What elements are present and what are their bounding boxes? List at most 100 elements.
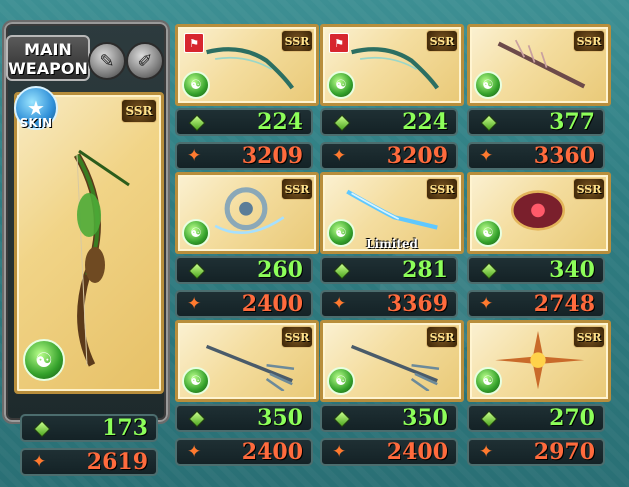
- hp-icon: [188, 262, 206, 280]
- hp-stat: 350: [175, 404, 313, 432]
- atk-icon: ✦: [187, 442, 202, 462]
- hp-icon: [480, 114, 498, 132]
- main-weapon-label: MAIN WEAPON: [6, 35, 90, 81]
- atk-value: 2400: [241, 439, 303, 465]
- atk-icon: ✦: [32, 452, 47, 472]
- wind-element-icon: ☯: [327, 71, 355, 99]
- wind-element-icon: ☯: [474, 219, 502, 247]
- flag-icon: ⚑: [329, 33, 349, 53]
- atk-value: 3369: [386, 291, 448, 317]
- limited-label: Limited: [366, 237, 418, 251]
- weapon-card[interactable]: SSR ☯ Limited: [320, 172, 464, 254]
- atk-value: 2748: [533, 291, 595, 317]
- ssr-badge: SSR: [573, 326, 605, 348]
- weapon-card[interactable]: SSR ☯: [467, 172, 611, 254]
- hp-icon: [333, 262, 351, 280]
- hp-stat: 281: [320, 256, 458, 284]
- weapon-card[interactable]: SSR ☯: [467, 320, 611, 402]
- hp-value: 350: [257, 405, 303, 431]
- wind-element-icon: ☯: [474, 367, 502, 395]
- hp-icon: [33, 420, 51, 438]
- hp-icon: [333, 410, 351, 428]
- atk-icon: ✦: [187, 146, 202, 166]
- wind-element-icon: ☯: [182, 367, 210, 395]
- hp-stat: 270: [467, 404, 605, 432]
- wrench-button[interactable]: ✎: [88, 42, 126, 80]
- atk-icon: ✦: [332, 294, 347, 314]
- hp-value: 340: [549, 257, 595, 283]
- flag-icon: ⚑: [184, 33, 204, 53]
- hp-value: 377: [549, 109, 595, 135]
- atk-value: 3360: [533, 143, 595, 169]
- ssr-badge: SSR: [573, 178, 605, 200]
- atk-stat: ✦ 3209: [320, 142, 458, 170]
- atk-icon: ✦: [479, 442, 494, 462]
- ssr-badge: SSR: [426, 30, 458, 52]
- main-hp-value: 173: [102, 415, 148, 441]
- atk-stat: ✦ 2400: [175, 290, 313, 318]
- atk-stat: ✦ 2400: [320, 438, 458, 466]
- main-hp-stat: 173: [20, 414, 158, 442]
- weapon-card[interactable]: SSR ☯: [467, 24, 611, 106]
- weapon-card[interactable]: ⚑ SSR ☯: [175, 24, 319, 106]
- ssr-badge: SSR: [426, 326, 458, 348]
- atk-icon: ✦: [332, 146, 347, 166]
- hp-icon: [188, 114, 206, 132]
- main-label-line2: WEAPON: [8, 59, 88, 78]
- hp-value: 224: [402, 109, 448, 135]
- hp-icon: [188, 410, 206, 428]
- hp-icon: [480, 262, 498, 280]
- atk-stat: ✦ 2748: [467, 290, 605, 318]
- pin-icon: ✐: [137, 50, 153, 72]
- hp-value: 350: [402, 405, 448, 431]
- atk-icon: ✦: [479, 146, 494, 166]
- ssr-badge: SSR: [281, 326, 313, 348]
- atk-value: 2970: [533, 439, 595, 465]
- wind-element-icon: ☯: [23, 339, 65, 381]
- wind-element-icon: ☯: [182, 71, 210, 99]
- atk-stat: ✦ 3369: [320, 290, 458, 318]
- atk-value: 3209: [386, 143, 448, 169]
- main-ssr-badge: SSR: [121, 99, 157, 123]
- atk-icon: ✦: [332, 442, 347, 462]
- main-label-line1: MAIN: [24, 40, 72, 59]
- hp-stat: 224: [320, 108, 458, 136]
- hp-stat: 224: [175, 108, 313, 136]
- wrench-icon: ✎: [99, 50, 115, 72]
- main-atk-value: 2619: [86, 449, 148, 475]
- weapon-card[interactable]: SSR ☯: [175, 320, 319, 402]
- hp-stat: 377: [467, 108, 605, 136]
- main-weapon-card[interactable]: SSR ☯: [14, 92, 164, 394]
- atk-value: 3209: [241, 143, 303, 169]
- hp-value: 224: [257, 109, 303, 135]
- atk-stat: ✦ 2400: [175, 438, 313, 466]
- hp-stat: 350: [320, 404, 458, 432]
- hp-stat: 340: [467, 256, 605, 284]
- skin-label: SKIN: [19, 116, 53, 130]
- hp-icon: [333, 114, 351, 132]
- weapon-card[interactable]: SSR ☯: [175, 172, 319, 254]
- hp-stat: 260: [175, 256, 313, 284]
- atk-icon: ✦: [187, 294, 202, 314]
- ssr-badge: SSR: [281, 178, 313, 200]
- atk-stat: ✦ 3360: [467, 142, 605, 170]
- atk-stat: ✦ 3209: [175, 142, 313, 170]
- ssr-badge: SSR: [426, 178, 458, 200]
- hp-value: 270: [549, 405, 595, 431]
- wind-element-icon: ☯: [327, 367, 355, 395]
- weapon-card[interactable]: SSR ☯: [320, 320, 464, 402]
- atk-value: 2400: [386, 439, 448, 465]
- pin-button[interactable]: ✐: [126, 42, 164, 80]
- hp-icon: [480, 410, 498, 428]
- hp-value: 281: [402, 257, 448, 283]
- ssr-badge: SSR: [281, 30, 313, 52]
- main-atk-stat: ✦ 2619: [20, 448, 158, 476]
- ssr-badge: SSR: [573, 30, 605, 52]
- weapon-card[interactable]: ⚑ SSR ☯: [320, 24, 464, 106]
- hp-value: 260: [257, 257, 303, 283]
- wind-element-icon: ☯: [474, 71, 502, 99]
- atk-value: 2400: [241, 291, 303, 317]
- atk-stat: ✦ 2970: [467, 438, 605, 466]
- atk-icon: ✦: [479, 294, 494, 314]
- wind-element-icon: ☯: [182, 219, 210, 247]
